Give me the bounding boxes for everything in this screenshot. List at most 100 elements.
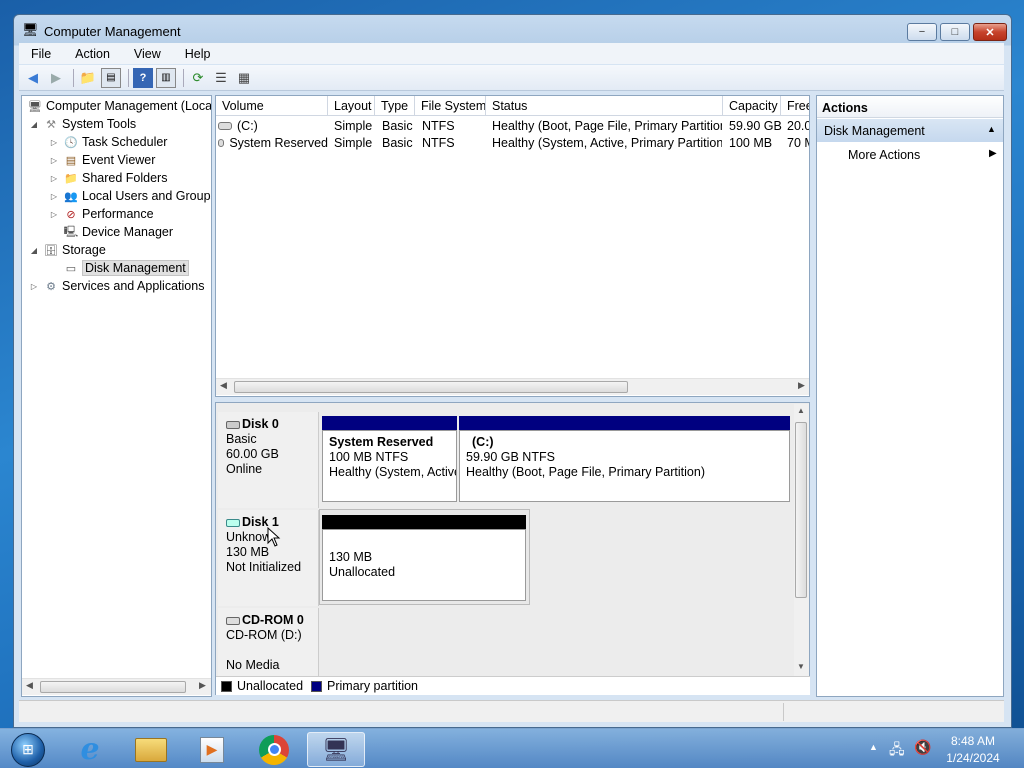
scroll-down-icon[interactable]: ▼ — [797, 662, 805, 671]
more-actions-item[interactable]: More Actions ▶ — [817, 145, 1003, 165]
scroll-right-icon[interactable]: ▶ — [199, 680, 206, 691]
refresh-icon[interactable]: ⟳ — [188, 68, 208, 88]
expand-arrow-icon[interactable]: ▷ — [48, 156, 60, 165]
tree-root[interactable]: 🖥 Computer Management (Local — [24, 97, 211, 115]
disk-scroll-thumb[interactable] — [795, 422, 807, 598]
media-player-icon[interactable]: ▶ — [186, 732, 238, 767]
column-header-layout[interactable]: Layout — [328, 96, 375, 116]
volume-layout: Simple — [334, 118, 373, 133]
more-actions-label: More Actions — [848, 148, 921, 162]
tree-performance[interactable]: ▷ ⊘ Performance — [48, 205, 154, 223]
chrome-icon[interactable] — [248, 732, 300, 767]
disk-vertical-scrollbar[interactable]: ▲ ▼ — [794, 404, 809, 676]
menu-view[interactable]: View — [122, 47, 173, 61]
network-icon[interactable]: 🖧 — [889, 739, 905, 763]
disk0-label[interactable]: Disk 0 Basic 60.00 GB Online — [218, 412, 319, 508]
menu-help[interactable]: Help — [173, 47, 223, 61]
collapse-arrow-icon[interactable]: ◢ — [28, 246, 40, 255]
start-button[interactable]: ⊞ — [2, 732, 54, 767]
expand-arrow-icon[interactable]: ▷ — [28, 282, 40, 291]
actions-section-disk-management[interactable]: Disk Management ▲ — [817, 119, 1003, 142]
show-hidden-icons-icon[interactable]: ▲ — [869, 742, 878, 752]
collapse-up-icon[interactable]: ▲ — [987, 124, 996, 134]
scroll-left-icon[interactable]: ◀ — [220, 380, 227, 391]
volume-horizontal-scrollbar[interactable]: ◀ ▶ — [216, 378, 809, 395]
clock-icon: 🕓 — [64, 136, 78, 149]
menu-action[interactable]: Action — [63, 47, 122, 61]
close-button[interactable]: ✕ — [973, 23, 1007, 41]
column-header-free[interactable]: Free — [781, 96, 809, 116]
taskbar: ⊞ e ▶ 🖥 ▲ 🖧 🔇 8:48 AM 1/24/2024 — [0, 728, 1024, 768]
scroll-left-icon[interactable]: ◀ — [26, 680, 33, 691]
disk1-label[interactable]: Disk 1 Unknown 130 MB Not Initialized — [218, 510, 319, 606]
partition-status: Healthy (Boot, Page File, Primary Partit… — [466, 465, 705, 479]
tools-icon: ⚒ — [46, 118, 56, 131]
expand-arrow-icon[interactable]: ▷ — [48, 192, 60, 201]
disk-management-icon: ▭ — [65, 262, 77, 275]
tree-horizontal-scrollbar[interactable]: ◀ ▶ — [22, 678, 211, 695]
scroll-right-icon[interactable]: ▶ — [798, 380, 805, 391]
disk0-size: 60.00 GB — [226, 447, 279, 461]
volume-free: 70 M — [787, 135, 809, 150]
menu-file[interactable]: File — [19, 47, 63, 61]
partition-status: Healthy (System, Active — [329, 465, 457, 479]
help-icon[interactable]: ? — [133, 67, 153, 88]
expand-arrow-icon[interactable]: ▷ — [48, 174, 60, 183]
table-row[interactable]: (C:) — [218, 117, 328, 134]
volume-muted-icon[interactable]: 🔇 — [914, 739, 931, 756]
file-explorer-icon[interactable] — [125, 732, 177, 767]
partition-size: 100 MB NTFS — [329, 450, 409, 464]
partition-c[interactable]: (C:) 59.90 GB NTFS Healthy (Boot, Page F… — [459, 430, 790, 502]
maximize-button[interactable]: □ — [940, 23, 970, 41]
internet-explorer-icon[interactable]: e — [64, 732, 116, 767]
computer-management-taskbar-button[interactable]: 🖥 — [307, 732, 365, 767]
legend-unallocated-label: Unallocated — [237, 679, 304, 693]
properties-icon[interactable]: ☰ — [211, 68, 231, 88]
tree-scroll-thumb[interactable] — [40, 681, 186, 693]
collapse-arrow-icon[interactable]: ◢ — [28, 120, 40, 129]
toolbar: ◀ ▶ 📁 ▤ ? ▥ ⟳ ☰ ▦ — [19, 65, 1004, 91]
clock-time[interactable]: 8:48 AM — [940, 734, 1006, 748]
show-hide-action-pane-icon[interactable]: ▥ — [156, 67, 176, 88]
column-header-volume[interactable]: Volume — [216, 96, 328, 116]
volume-file-system: NTFS — [422, 135, 455, 150]
partition-system-reserved[interactable]: System Reserved 100 MB NTFS Healthy (Sys… — [322, 430, 457, 502]
disk0-state: Online — [226, 462, 263, 476]
back-icon[interactable]: ◀ — [23, 68, 43, 88]
export-list-icon[interactable]: ▦ — [234, 68, 254, 88]
tree-disk-management[interactable]: ▭ Disk Management — [60, 259, 189, 277]
partition-name: (C:) — [472, 435, 494, 449]
tree-shared-folders[interactable]: ▷ 📁 Shared Folders — [48, 169, 168, 187]
expand-arrow-icon[interactable]: ▷ — [48, 138, 60, 147]
tree-system-tools[interactable]: ◢ ⚒ System Tools — [28, 115, 136, 133]
volume-scroll-thumb[interactable] — [234, 381, 628, 393]
cdrom0-drive: CD-ROM (D:) — [226, 628, 302, 642]
tree-device-manager[interactable]: 🖳 Device Manager — [60, 223, 173, 241]
table-row[interactable]: System Reserved — [218, 134, 328, 151]
scroll-up-icon[interactable]: ▲ — [797, 406, 805, 415]
legend-primary-label: Primary partition — [327, 679, 419, 693]
show-hide-tree-icon[interactable]: ▤ — [101, 67, 121, 88]
drive-icon — [218, 138, 225, 147]
tree-services-applications[interactable]: ▷ ⚙ Services and Applications — [28, 277, 205, 295]
cdrom-icon — [226, 616, 240, 625]
cdrom0-state: No Media — [226, 658, 280, 672]
up-folder-icon[interactable]: 📁 — [78, 68, 98, 88]
partition-bar-system-reserved — [322, 416, 457, 430]
column-header-type[interactable]: Type — [375, 96, 415, 116]
column-header-status[interactable]: Status — [486, 96, 723, 116]
column-header-capacity[interactable]: Capacity — [723, 96, 781, 116]
expand-arrow-icon[interactable]: ▷ — [48, 210, 60, 219]
tree-event-viewer[interactable]: ▷ ▤ Event Viewer — [48, 151, 156, 169]
minimize-button[interactable]: − — [907, 23, 937, 41]
partition-unallocated[interactable]: 130 MB Unallocated — [322, 529, 526, 601]
tree-storage[interactable]: ◢ 🗄 Storage — [28, 241, 106, 259]
toolbar-separator — [73, 68, 74, 87]
column-header-file-system[interactable]: File System — [415, 96, 486, 116]
actions-section-label: Disk Management — [824, 124, 925, 138]
services-icon: ⚙ — [46, 280, 56, 293]
tree-local-users[interactable]: ▷ 👥 Local Users and Groups — [48, 187, 211, 205]
tree-task-scheduler[interactable]: ▷ 🕓 Task Scheduler — [48, 133, 168, 151]
forward-icon[interactable]: ▶ — [46, 68, 66, 88]
clock-date[interactable]: 1/24/2024 — [940, 751, 1006, 765]
